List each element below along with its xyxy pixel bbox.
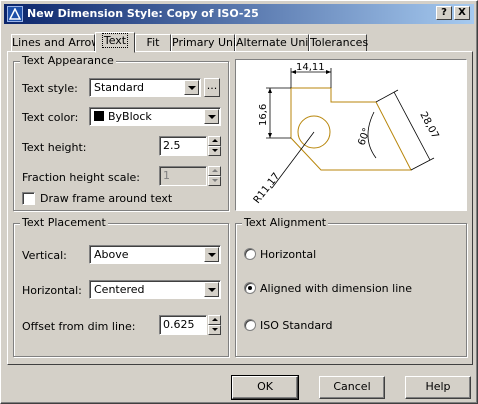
dialog-window: New Dimension Style: Copy of ISO-25 ? X … xyxy=(0,0,478,404)
color-swatch xyxy=(94,111,104,121)
close-button[interactable]: X xyxy=(454,6,470,20)
tab-fit[interactable]: Fit xyxy=(135,34,171,52)
horizontal-combo[interactable]: Centered xyxy=(89,280,221,299)
text-style-browse-button[interactable]: ... xyxy=(204,78,220,97)
dim-right-text: 28,07 xyxy=(417,110,440,140)
tab-label: Text xyxy=(101,33,129,48)
vertical-combo[interactable]: Above xyxy=(89,245,221,264)
radio-iso-label: ISO Standard xyxy=(260,319,333,332)
group-title: Text Alignment xyxy=(242,216,329,229)
text-color-value: ByBlock xyxy=(108,110,152,123)
group-title: Text Placement xyxy=(20,216,108,229)
tab-tolerances[interactable]: Tolerances xyxy=(309,34,369,52)
app-icon xyxy=(7,6,23,22)
offset-input[interactable]: 0.625 xyxy=(159,315,207,335)
offset-spinner[interactable]: 0.625 xyxy=(159,315,221,335)
fraction-height-label: Fraction height scale: xyxy=(22,171,141,184)
radio-aligned[interactable] xyxy=(244,282,256,294)
spin-down-icon[interactable] xyxy=(208,146,221,156)
tab-primary-units[interactable]: Primary Units xyxy=(171,34,246,52)
text-height-spinner[interactable]: 2.5 xyxy=(159,136,221,156)
horizontal-value: Centered xyxy=(94,283,145,296)
spin-up-icon[interactable] xyxy=(208,315,221,325)
fraction-height-spinner: 1 xyxy=(159,166,221,186)
help-button[interactable]: Help xyxy=(405,376,471,399)
help-title-button[interactable]: ? xyxy=(436,6,452,20)
spin-up-icon xyxy=(208,166,221,176)
vertical-value: Above xyxy=(94,248,129,261)
offset-label: Offset from dim line: xyxy=(22,320,136,333)
text-color-combo[interactable]: ByBlock xyxy=(89,107,221,126)
spinner-arrows[interactable] xyxy=(208,315,221,335)
draw-frame-label: Draw frame around text xyxy=(40,192,173,205)
horizontal-label: Horizontal: xyxy=(22,284,82,297)
text-style-value: Standard xyxy=(94,81,145,94)
tab-lines-and-arrows[interactable]: Lines and Arrows xyxy=(11,34,106,52)
draw-frame-checkbox[interactable] xyxy=(22,192,35,205)
radio-aligned-label: Aligned with dimension line xyxy=(260,282,413,295)
text-height-label: Text height: xyxy=(22,141,87,154)
chevron-down-icon[interactable] xyxy=(204,247,219,262)
cancel-button[interactable]: Cancel xyxy=(319,376,385,399)
vertical-label: Vertical: xyxy=(22,249,67,262)
tab-label: Alternate Units xyxy=(236,36,319,49)
spin-up-icon[interactable] xyxy=(208,136,221,146)
title-bar[interactable]: New Dimension Style: Copy of ISO-25 ? X xyxy=(4,4,474,24)
chevron-down-icon[interactable] xyxy=(204,109,219,124)
preview-drawing: 14,11 16,6 28,07 60° R11,17 xyxy=(252,62,441,206)
tab-label: Fit xyxy=(146,36,160,49)
text-color-value-wrap: ByBlock xyxy=(94,110,152,123)
chevron-down-icon[interactable] xyxy=(184,80,199,95)
tab-text[interactable]: Text xyxy=(95,32,135,53)
radio-horizontal[interactable] xyxy=(244,248,256,260)
spinner-arrows xyxy=(208,166,221,186)
dim-radius-text: R11,17 xyxy=(252,171,283,206)
chevron-down-icon[interactable] xyxy=(204,282,219,297)
text-style-combo[interactable]: Standard xyxy=(89,78,201,97)
group-title: Text Appearance xyxy=(20,54,116,67)
radio-horizontal-label: Horizontal xyxy=(260,248,317,261)
tab-label: Lines and Arrows xyxy=(12,36,106,49)
spin-down-icon[interactable] xyxy=(208,325,221,335)
dim-top-text: 14,11 xyxy=(296,62,325,73)
radio-iso-standard[interactable] xyxy=(244,319,256,331)
preview-shape xyxy=(290,87,412,171)
text-style-label: Text style: xyxy=(22,82,78,95)
fraction-height-input: 1 xyxy=(159,166,207,186)
dim-left-text: 16,6 xyxy=(258,104,269,126)
text-color-label: Text color: xyxy=(22,111,79,124)
dimension-preview: 14,11 16,6 28,07 60° R11,17 xyxy=(235,59,467,211)
ok-button[interactable]: OK xyxy=(231,375,299,400)
tab-alternate-units[interactable]: Alternate Units xyxy=(235,34,318,52)
window-title: New Dimension Style: Copy of ISO-25 xyxy=(27,7,259,20)
text-height-input[interactable]: 2.5 xyxy=(159,136,207,156)
spin-down-icon xyxy=(208,176,221,186)
tab-label: Tolerances xyxy=(310,36,369,49)
dim-angle-text: 60° xyxy=(356,127,372,147)
spinner-arrows[interactable] xyxy=(208,136,221,156)
